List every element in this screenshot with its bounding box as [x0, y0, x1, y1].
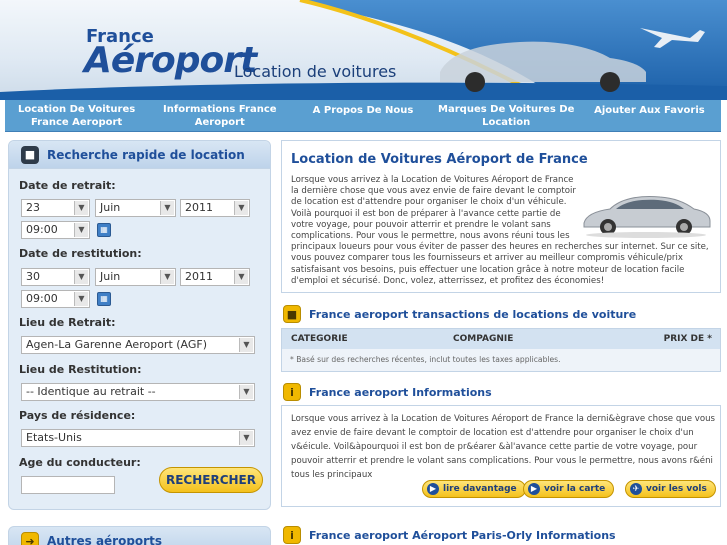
country-select[interactable]: Etats-Unis ▼ [21, 429, 255, 447]
driver-age-input[interactable] [21, 476, 115, 494]
site-header: France Aéroport Location de voitures [0, 0, 727, 100]
pickup-month-select[interactable]: Juin ▼ [95, 199, 176, 217]
site-logo[interactable]: Aéroport [84, 40, 257, 81]
quick-search-title: Recherche rapide de location [47, 147, 245, 162]
nav-item-car-rental[interactable]: Location De Voitures France Aeroport [5, 100, 148, 131]
main-nav: Location De Voitures France Aeroport Inf… [5, 100, 721, 132]
return-date-label: Date de restitution: [19, 247, 142, 260]
return-time-value: 09:00 [26, 292, 58, 305]
transactions-heading: ■ France aeroport transactions de locati… [283, 305, 636, 323]
info-icon: i [283, 526, 301, 544]
driver-age-label: Age du conducteur: [19, 456, 141, 469]
chevron-down-icon: ▼ [239, 385, 253, 399]
country-label: Pays de résidence: [19, 409, 136, 422]
nav-item-favorites[interactable]: Ajouter Aux Favoris [578, 100, 721, 131]
view-flights-label: voir les vols [646, 484, 707, 494]
table-note: * Basé sur des recherches récentes, incl… [282, 349, 720, 371]
nav-item-about[interactable]: A Propos De Nous [291, 100, 434, 131]
intro-box: Location de Voitures Aéroport de France … [281, 140, 721, 293]
orly-heading: i France aeroport Aéroport Paris-Orly In… [283, 526, 616, 544]
return-day-value: 30 [26, 270, 40, 283]
chevron-down-icon: ▼ [234, 201, 248, 215]
informations-box: Lorsque vous arrivez à la Location de Vo… [281, 405, 721, 507]
table-header: CATEGORIE COMPAGNIE PRIX DE * [282, 329, 720, 349]
return-month-select[interactable]: Juin ▼ [95, 268, 176, 286]
chevron-down-icon: ▼ [74, 201, 88, 215]
view-flights-button[interactable]: ✈ voir les vols [625, 480, 716, 498]
return-location-select[interactable]: -- Identique au retrait -- ▼ [21, 383, 255, 401]
pickup-year-value: 2011 [185, 201, 213, 214]
pickup-location-select[interactable]: Agen-La Garenne Aeroport (AGF) ▼ [21, 336, 255, 354]
informations-heading: i France aeroport Informations [283, 383, 492, 401]
search-button[interactable]: RECHERCHER [159, 467, 263, 493]
calendar-icon[interactable]: ▦ [97, 292, 111, 306]
return-location-label: Lieu de Restitution: [19, 363, 142, 376]
return-location-value: -- Identique au retrait -- [26, 385, 156, 398]
arrow-right-icon: ▶ [427, 483, 439, 495]
pickup-month-value: Juin [100, 201, 121, 214]
col-company[interactable]: COMPAGNIE [444, 334, 634, 344]
informations-title: France aeroport Informations [309, 385, 492, 399]
read-more-label: lire davantage [443, 484, 517, 494]
other-airports-header[interactable]: ➜ Autres aéroports [8, 526, 271, 545]
view-map-label: voir la carte [544, 484, 606, 494]
other-airports-title: Autres aéroports [47, 534, 162, 545]
chevron-down-icon: ▼ [74, 270, 88, 284]
chevron-down-icon: ▼ [74, 223, 88, 237]
info-icon: i [283, 383, 301, 401]
logo-subtitle: Location de voitures [234, 62, 397, 81]
chevron-down-icon: ▼ [74, 292, 88, 306]
pickup-time-select[interactable]: 09:00 ▼ [21, 221, 90, 239]
return-month-value: Juin [100, 270, 121, 283]
chevron-down-icon: ▼ [239, 431, 253, 445]
return-year-select[interactable]: 2011 ▼ [180, 268, 250, 286]
car-icon: ■ [21, 145, 39, 164]
return-time-select[interactable]: 09:00 ▼ [21, 290, 90, 308]
page-title: Location de Voitures Aéroport de France [291, 152, 588, 167]
plane-icon: ✈ [630, 483, 642, 495]
quick-search-header: ■ Recherche rapide de location [9, 141, 270, 169]
car-icon: ■ [283, 305, 301, 323]
transactions-title: France aeroport transactions de location… [309, 307, 637, 321]
chevron-down-icon: ▼ [160, 201, 174, 215]
col-category[interactable]: CATEGORIE [282, 334, 444, 344]
transactions-table: CATEGORIE COMPAGNIE PRIX DE * * Basé sur… [281, 328, 721, 372]
quick-search-panel: ■ Recherche rapide de location Date de r… [8, 140, 271, 510]
informations-text: Lorsque vous arrivez à la Location de Vo… [291, 414, 716, 480]
pickup-year-select[interactable]: 2011 ▼ [180, 199, 250, 217]
read-more-button[interactable]: ▶ lire davantage [422, 480, 526, 498]
nav-item-informations[interactable]: Informations France Aeroport [148, 100, 291, 131]
pickup-location-label: Lieu de Retrait: [19, 316, 116, 329]
calendar-icon[interactable]: ▦ [97, 223, 111, 237]
pickup-day-select[interactable]: 23 ▼ [21, 199, 90, 217]
pickup-day-value: 23 [26, 201, 40, 214]
nav-item-brands[interactable]: Marques De Voitures De Location [435, 100, 578, 131]
return-year-value: 2011 [185, 270, 213, 283]
country-value: Etats-Unis [26, 431, 82, 444]
pickup-location-value: Agen-La Garenne Aeroport (AGF) [26, 338, 208, 351]
arrow-right-icon: ➜ [21, 532, 39, 545]
car-image [583, 196, 711, 238]
col-price[interactable]: PRIX DE * [634, 334, 720, 344]
view-map-button[interactable]: ▶ voir la carte [523, 480, 615, 498]
pickup-date-label: Date de retrait: [19, 179, 116, 192]
arrow-right-icon: ▶ [528, 483, 540, 495]
pickup-time-value: 09:00 [26, 223, 58, 236]
chevron-down-icon: ▼ [234, 270, 248, 284]
chevron-down-icon: ▼ [160, 270, 174, 284]
return-day-select[interactable]: 30 ▼ [21, 268, 90, 286]
orly-title: France aeroport Aéroport Paris-Orly Info… [309, 528, 616, 542]
chevron-down-icon: ▼ [239, 338, 253, 352]
